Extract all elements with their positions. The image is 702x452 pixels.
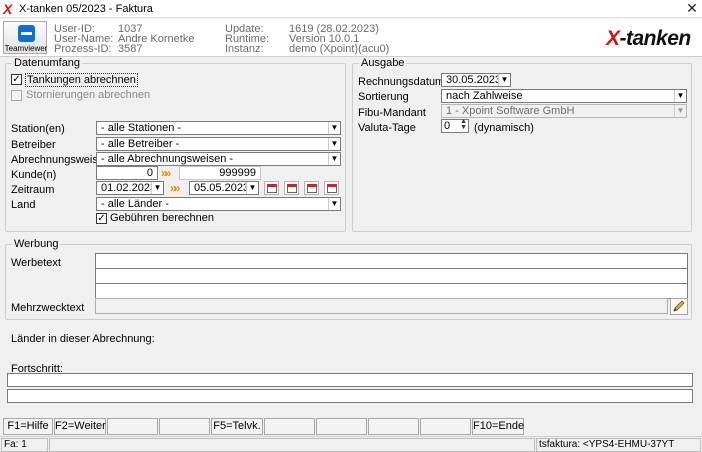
dropdown-arrow-icon[interactable]: ▼ xyxy=(151,182,163,194)
mehrzweck-label: Mehrzwecktext xyxy=(11,302,85,314)
f4-button[interactable] xyxy=(159,418,210,435)
kunden-label: Kunde(n) xyxy=(11,169,57,181)
werbetext-line-2[interactable] xyxy=(95,268,688,284)
window-title: X-tanken 05/2023 - Faktura xyxy=(19,3,153,15)
dropdown-arrow-icon[interactable]: ▼ xyxy=(674,90,686,102)
f2-next-button[interactable]: F2=Weiter xyxy=(54,418,106,435)
fibu-label: Fibu-Mandant xyxy=(358,107,426,119)
f8-button[interactable] xyxy=(368,418,419,435)
land-select[interactable]: - alle Länder - ▼ xyxy=(96,197,341,211)
calendar-swap-icon[interactable] xyxy=(324,181,339,195)
spinner-icon[interactable]: ▲ ▼ xyxy=(460,118,467,131)
process-id-value: 3587 xyxy=(118,43,143,55)
dropdown-arrow-icon[interactable]: ▼ xyxy=(674,105,686,117)
dropdown-arrow-icon[interactable]: ▼ xyxy=(328,138,340,150)
f1-help-button[interactable]: F1=Hilfe xyxy=(3,418,53,435)
stornierungen-label: Stornierungen abrechnen xyxy=(26,89,151,101)
werbung-title: Werbung xyxy=(12,238,61,250)
close-icon[interactable]: ✕ xyxy=(683,0,701,17)
sortierung-label: Sortierung xyxy=(358,91,409,103)
f3-button[interactable] xyxy=(107,418,158,435)
stationen-label: Station(en) xyxy=(11,123,65,135)
edit-pencil-icon[interactable] xyxy=(670,298,688,315)
f10-end-button[interactable]: F10=Ende xyxy=(472,418,524,435)
fibu-select[interactable]: 1 - Xpoint Software GmbH ▼ xyxy=(441,104,687,118)
tankungen-checkbox[interactable]: ✓ xyxy=(11,74,22,85)
werbetext-line-3[interactable] xyxy=(95,283,688,299)
f5-telvk-button[interactable]: F5=Telvk. xyxy=(211,418,263,435)
teamviewer-label: Teamviewer xyxy=(4,44,48,53)
status-message xyxy=(49,438,535,452)
rechnungsdatum-label: Rechnungsdatum xyxy=(358,76,445,88)
valuta-input[interactable]: 0 ▲ ▼ xyxy=(441,118,469,133)
tankungen-label: Tankungen abrechnen xyxy=(25,73,138,87)
rechnungsdatum-date[interactable]: 30.05.2023 ▼ xyxy=(441,73,511,87)
betreiber-label: Betreiber xyxy=(11,139,56,151)
valuta-suffix: (dynamisch) xyxy=(474,122,534,134)
abrechnungsweise-select[interactable]: - alle Abrechnungsweisen - ▼ xyxy=(96,152,341,166)
progress-detail xyxy=(7,389,693,403)
dropdown-arrow-icon[interactable]: ▼ xyxy=(328,122,340,134)
kunden-to-input[interactable]: 999999 xyxy=(179,166,261,180)
f9-button[interactable] xyxy=(420,418,471,435)
f6-button[interactable] xyxy=(264,418,315,435)
gebuehren-checkbox[interactable]: ✓ xyxy=(96,213,107,224)
sortierung-select[interactable]: nach Zahlweise ▼ xyxy=(441,89,687,103)
function-key-bar: F1=Hilfe F2=Weiter F5=Telvk. F10=Ende xyxy=(1,418,701,435)
instanz-label: Instanz: xyxy=(225,43,264,55)
werbetext-label: Werbetext xyxy=(11,257,61,269)
dropdown-arrow-icon[interactable]: ▼ xyxy=(328,198,340,210)
process-id-label: Prozess-ID: xyxy=(54,43,112,55)
stornierungen-checkbox[interactable] xyxy=(11,90,22,101)
dropdown-arrow-icon[interactable]: ▼ xyxy=(498,74,510,86)
calendar-icon[interactable] xyxy=(264,181,279,195)
progress-bar xyxy=(7,373,693,387)
status-tsfaktura: tsfaktura: <YPS4-EHMU-37YT xyxy=(536,438,701,452)
zeitraum-label: Zeitraum xyxy=(11,184,55,196)
stationen-select[interactable]: - alle Stationen - ▼ xyxy=(96,121,341,135)
app-logo-icon: X xyxy=(3,1,13,17)
land-label: Land xyxy=(11,199,36,211)
teamviewer-icon xyxy=(18,25,35,42)
valuta-label: Valuta-Tage xyxy=(358,122,416,134)
datenumfang-title: Datenumfang xyxy=(12,57,83,69)
kunden-from-input[interactable]: 0 xyxy=(96,166,158,180)
dropdown-arrow-icon[interactable]: ▼ xyxy=(328,153,340,165)
title-bar: X X-tanken 05/2023 - Faktura ✕ xyxy=(0,0,702,18)
f7-button[interactable] xyxy=(316,418,367,435)
zeitraum-to-date[interactable]: 05.05.2023 ▼ xyxy=(189,181,259,195)
dropdown-arrow-icon[interactable]: ▼ xyxy=(246,182,258,194)
chevron-right-icon: »» xyxy=(161,166,172,180)
betreiber-select[interactable]: - alle Betreiber - ▼ xyxy=(96,137,341,151)
calendar-icon[interactable] xyxy=(304,181,319,195)
status-bar: Fa: 1 tsfaktura: <YPS4-EHMU-37YT xyxy=(0,436,702,452)
brand-logo: X-tanken xyxy=(606,27,691,50)
gebuehren-label: Gebühren berechnen xyxy=(110,212,214,224)
instanz-value: demo (Xpoint)(acu0) xyxy=(289,43,390,55)
calendar-icon[interactable] xyxy=(284,181,299,195)
ausgabe-title: Ausgabe xyxy=(359,57,407,69)
zeitraum-from-date[interactable]: 01.02.2023 ▼ xyxy=(96,181,164,195)
status-fa: Fa: 1 xyxy=(1,438,48,452)
abrechnungsweise-label: Abrechnungsweise xyxy=(11,154,104,166)
mehrzweck-input[interactable] xyxy=(95,298,668,314)
laender-label: Länder in dieser Abrechnung: xyxy=(11,333,155,345)
chevron-right-icon: »» xyxy=(170,181,181,195)
teamviewer-button[interactable]: Teamviewer xyxy=(3,21,47,54)
werbetext-line-1[interactable] xyxy=(95,253,688,269)
